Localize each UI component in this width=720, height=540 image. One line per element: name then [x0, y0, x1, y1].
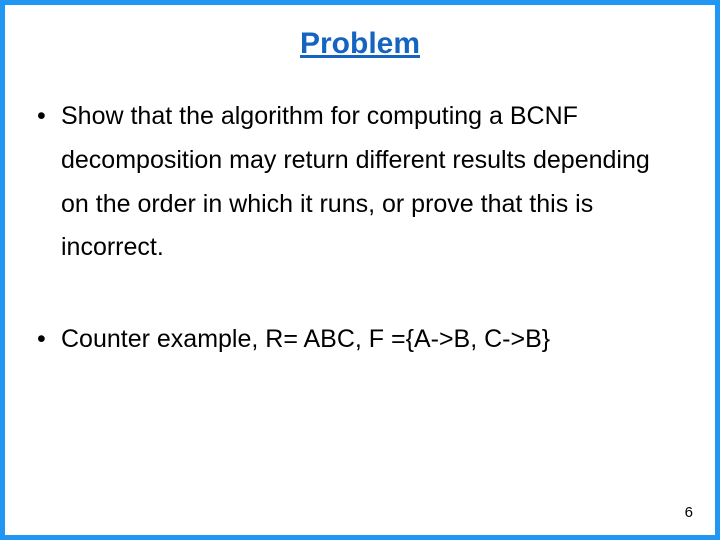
- bullet-item: Counter example, R= ABC, F ={A->B, C->B}: [37, 318, 683, 362]
- bullet-list: Show that the algorithm for computing a …: [37, 95, 683, 362]
- slide-frame: Problem Show that the algorithm for comp…: [0, 0, 720, 540]
- slide-title: Problem: [37, 27, 683, 61]
- bullet-item: Show that the algorithm for computing a …: [37, 95, 683, 270]
- page-number: 6: [685, 504, 693, 521]
